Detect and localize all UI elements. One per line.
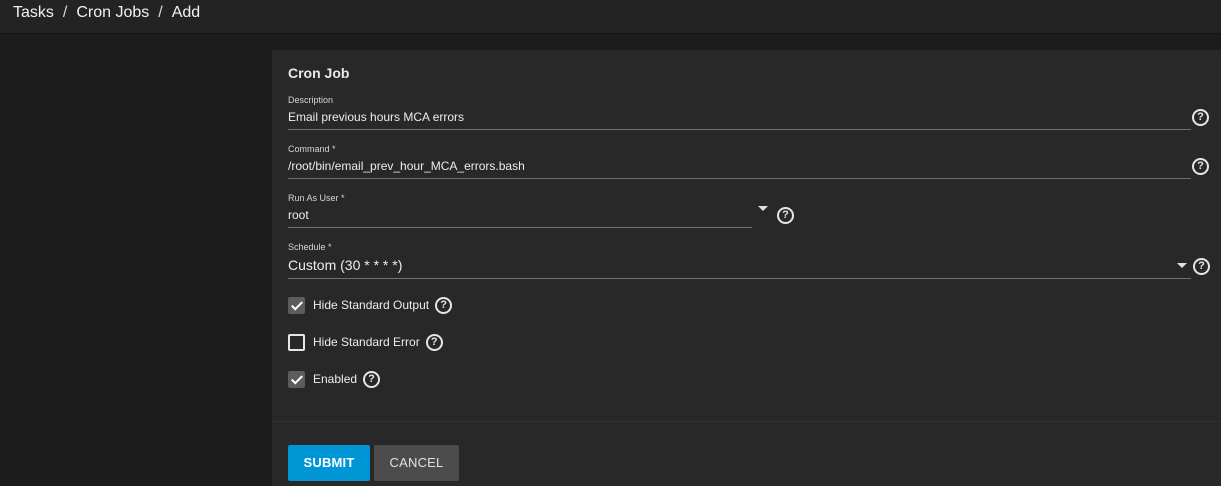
cancel-button[interactable]: CANCEL xyxy=(374,445,459,481)
hide-stderr-checkbox[interactable] xyxy=(288,333,305,351)
run-as-user-input[interactable]: root xyxy=(288,208,748,224)
schedule-select[interactable]: Custom (30 * * * *) xyxy=(288,257,1168,274)
schedule-label: Schedule * xyxy=(288,242,332,252)
command-field: Command * /root/bin/email_prev_hour_MCA_… xyxy=(288,144,1221,180)
schedule-dropdown-icon[interactable] xyxy=(1177,263,1187,268)
description-help-icon[interactable]: ? xyxy=(1192,109,1209,126)
top-bar: Tasks / Cron Jobs / Add xyxy=(0,0,1221,34)
form-divider xyxy=(272,421,1221,422)
description-underline xyxy=(288,129,1191,130)
run-as-user-underline xyxy=(288,227,752,228)
command-input[interactable]: /root/bin/email_prev_hour_MCA_errors.bas… xyxy=(288,159,1188,175)
form-title: Cron Job xyxy=(288,65,350,81)
schedule-field: Schedule * Custom (30 * * * *) ? xyxy=(288,242,1221,280)
command-label: Command * xyxy=(288,144,336,154)
hide-stderr-row[interactable]: Hide Standard Error ? xyxy=(288,333,443,351)
breadcrumb-add: Add xyxy=(171,4,201,21)
description-field: Description Email previous hours MCA err… xyxy=(288,95,1221,131)
run-as-user-label: Run As User * xyxy=(288,193,345,203)
schedule-help-icon[interactable]: ? xyxy=(1193,258,1210,275)
run-as-user-field: Run As User * root ? xyxy=(288,193,808,229)
breadcrumb: Tasks / Cron Jobs / Add xyxy=(13,4,200,22)
command-underline xyxy=(288,178,1191,179)
breadcrumb-separator: / xyxy=(62,4,68,21)
breadcrumb-separator: / xyxy=(158,4,163,21)
breadcrumb-cron-jobs[interactable]: Cron Jobs xyxy=(76,4,149,22)
command-help-icon[interactable]: ? xyxy=(1192,158,1209,175)
enabled-checkbox[interactable] xyxy=(288,370,305,388)
enabled-row[interactable]: Enabled ? xyxy=(288,370,381,388)
enabled-help-icon[interactable]: ? xyxy=(363,370,381,388)
hide-stdout-label[interactable]: Hide Standard Output xyxy=(313,298,429,312)
hide-stdout-checkbox[interactable] xyxy=(288,296,305,314)
enabled-label[interactable]: Enabled xyxy=(313,372,357,386)
description-label: Description xyxy=(288,95,334,105)
hide-stderr-help-icon[interactable]: ? xyxy=(425,333,443,351)
submit-button[interactable]: SUBMIT xyxy=(288,445,370,481)
hide-stderr-label[interactable]: Hide Standard Error xyxy=(313,335,420,349)
schedule-underline xyxy=(288,278,1191,279)
run-as-user-help-icon[interactable]: ? xyxy=(777,207,794,224)
run-as-user-dropdown-icon[interactable] xyxy=(758,206,768,211)
sidebar xyxy=(0,34,265,486)
cron-job-form-card: Cron Job Description Email previous hour… xyxy=(272,50,1221,486)
hide-stdout-row[interactable]: Hide Standard Output ? xyxy=(288,296,453,314)
description-input[interactable]: Email previous hours MCA errors xyxy=(288,110,1188,126)
hide-stdout-help-icon[interactable]: ? xyxy=(435,296,453,314)
breadcrumb-tasks[interactable]: Tasks xyxy=(13,4,54,22)
